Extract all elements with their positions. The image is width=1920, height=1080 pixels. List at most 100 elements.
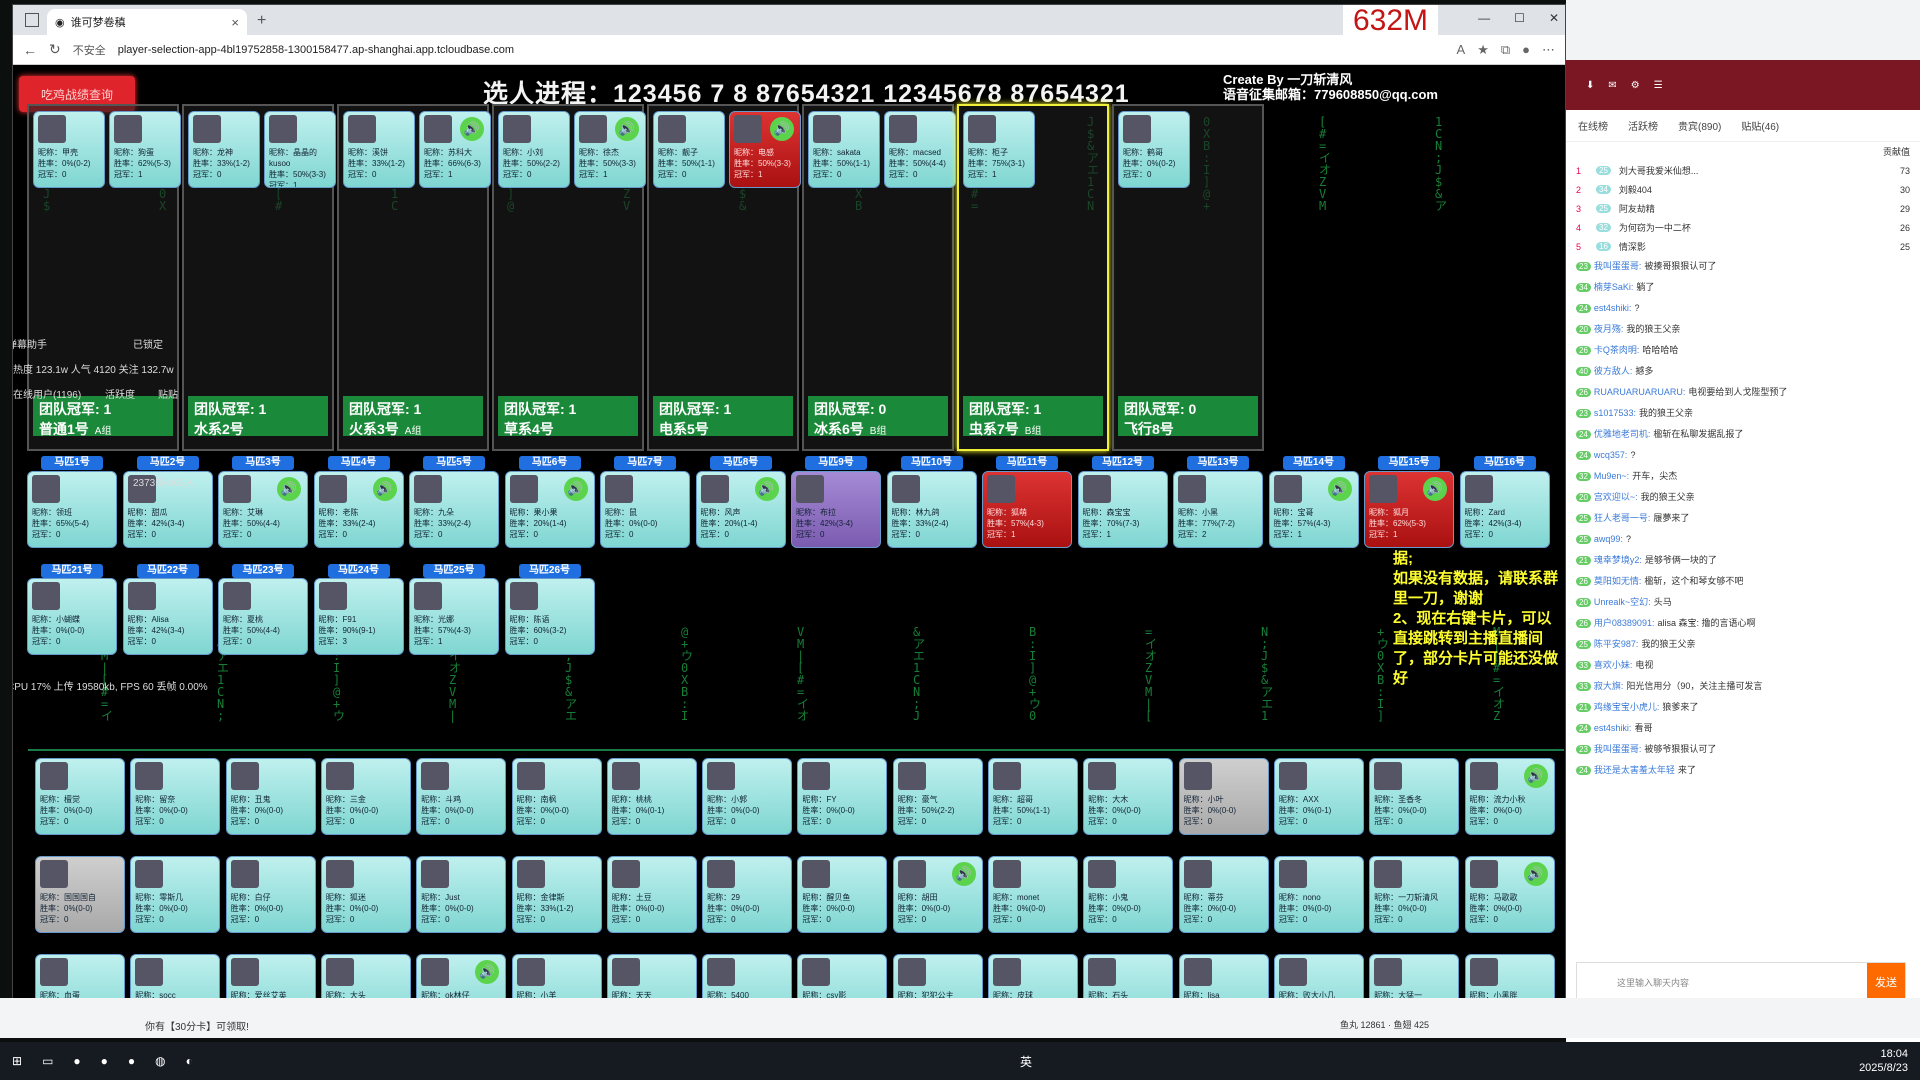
chat-message[interactable]: 26 卡Q茶肉明: 哈哈哈哈 (1566, 340, 1920, 361)
player-card[interactable]: 🔊 昵称：胡田 胜率：0%(0-0) 冠军：0 (892, 856, 983, 933)
url-field[interactable]: player-selection-app-4bl19752858-1300158… (118, 44, 1445, 56)
player-card[interactable]: 昵称：龙神 胜率：33%(1-2) 冠军：0 (188, 111, 260, 188)
chat-input[interactable]: 这里输入聊天内容 (1617, 976, 1689, 989)
player-card[interactable]: 昵称：nono 胜率：0%(0-0) 冠军：0 (1273, 856, 1364, 933)
chat-message[interactable]: 26 莫阳如无情: 楹斩，这个和琴女够不吧 (1566, 571, 1920, 592)
player-card[interactable]: 昵称：小鬼 胜率：0%(0-0) 冠军：0 (1083, 856, 1174, 933)
minimize-button[interactable]: — (1478, 11, 1490, 25)
player-card[interactable]: 昵称：一刀斩清风 胜率：0%(0-0) 冠军：0 (1369, 856, 1460, 933)
chat-user[interactable]: wcq357: (1594, 450, 1628, 460)
chat-user[interactable]: RUARUARUARUARU: (1594, 387, 1686, 397)
chat-user[interactable]: 狂人老哥一号: (1594, 513, 1651, 523)
player-card[interactable]: 昵称：晶晶的kusoo 胜率：50%(3-3) 冠军：1 (264, 111, 336, 188)
profile-icon[interactable]: ● (1522, 42, 1530, 57)
chat-message[interactable]: 24 我还是太害羞太年轻 来了 (1566, 760, 1920, 781)
player-card[interactable]: 昵称：大猛一 (1369, 954, 1460, 1002)
player-card[interactable]: 昵称：Just 胜率：0%(0-0) 冠军：0 (416, 856, 507, 933)
task-view-icon[interactable]: ▭ (42, 1054, 53, 1068)
chat-message[interactable]: 24 优雅地老司机: 楹斩在私聊发据乱报了 (1566, 424, 1920, 445)
player-card[interactable]: 昵称：大头 (320, 954, 411, 1002)
speaker-icon[interactable]: 🔊 (754, 477, 779, 501)
player-card[interactable]: 昵称：小羊 (511, 954, 602, 1002)
player-card[interactable]: 昵称：小刘 胜率：50%(2-2) 冠军：0 (498, 111, 570, 188)
player-card[interactable]: 昵称：三金 胜率：0%(0-0) 冠军：0 (320, 758, 411, 835)
player-card[interactable]: 昵称：森宝宝 胜率：70%(7-3) 冠军：1 (1077, 471, 1168, 548)
player-card[interactable]: 昵称：林九鸽 胜率：33%(2-4) 冠军：0 (886, 471, 977, 548)
player-card[interactable]: 昵称：小蝴蝶 胜率：0%(0-0) 冠军：0 (27, 578, 117, 655)
player-card[interactable]: 🔊 昵称：流力小秋 胜率：0%(0-0) 冠军：0 (1464, 758, 1555, 835)
speaker-icon[interactable]: 🔊 (460, 117, 484, 141)
player-card[interactable]: 昵称：小郭 胜率：0%(0-0) 冠军：0 (702, 758, 793, 835)
chat-user[interactable]: Unrealk~空幻: (1594, 597, 1651, 607)
chat-input-box[interactable]: 这里输入聊天内容 发送 (1576, 962, 1906, 1002)
start-icon[interactable]: ⊞ (12, 1054, 22, 1068)
chat-user[interactable]: 宫欢迎以~: (1594, 492, 1638, 502)
player-card[interactable]: 昵称：斗鸡 胜率：0%(0-0) 冠军：0 (416, 758, 507, 835)
player-card[interactable]: 昵称：金律斯 胜率：33%(1-2) 冠军：0 (511, 856, 602, 933)
rank-tab[interactable]: 贵宾(890) (1678, 118, 1721, 133)
player-card[interactable]: 昵称：socc (130, 954, 221, 1002)
maximize-button[interactable]: ☐ (1514, 11, 1525, 25)
speaker-icon[interactable]: 🔊 (1327, 477, 1352, 501)
download-icon[interactable]: ⬇ (1586, 80, 1594, 91)
clock[interactable]: 18:04 2025/8/23 (1859, 1047, 1908, 1075)
speaker-icon[interactable]: 🔊 (951, 862, 976, 886)
player-card[interactable]: 昵称：29 胜率：0%(0-0) 冠军：0 (702, 856, 793, 933)
player-card[interactable]: 昵称：5400 (702, 954, 793, 1002)
security-indicator[interactable]: 不安全 (73, 42, 106, 58)
player-card[interactable]: 昵称：狗蛋 胜率：62%(5-3) 冠军：1 (109, 111, 181, 188)
player-card[interactable]: 昵称：白仔 胜率：0%(0-0) 冠军：0 (225, 856, 316, 933)
chat-message[interactable]: 23 s1017533: 我的狼王父亲 (1566, 403, 1920, 424)
player-card[interactable]: 昵称：柜子 胜率：75%(3-1) 冠军：1 (963, 111, 1035, 188)
player-card[interactable]: 昵称：夏桃 胜率：50%(4-4) 冠军：0 (218, 578, 308, 655)
player-card[interactable]: 昵称：macsed 胜率：50%(4-4) 冠军：0 (884, 111, 956, 188)
chat-message[interactable]: 21 鸡缘宝宝小虎儿: 狼爹来了 (1566, 697, 1920, 718)
app-icon-1[interactable]: ● (73, 1054, 80, 1068)
chat-user[interactable]: 卡Q茶肉明: (1594, 345, 1640, 355)
player-card[interactable]: 昵称：丑鬼 胜率：0%(0-0) 冠军：0 (225, 758, 316, 835)
player-card[interactable]: 昵称：小黑 胜率：77%(7-2) 冠军：2 (1173, 471, 1263, 548)
player-card[interactable]: 昵称：蒂芬 胜率：0%(0-0) 冠军：0 (1178, 856, 1269, 933)
translate-icon[interactable]: A (1457, 42, 1466, 57)
chat-message[interactable]: 26 用户08389091: alisa 森宝: 撸的言语心啊 (1566, 613, 1920, 634)
player-card[interactable]: 🔊 昵称：狐月 胜率：62%(5-3) 冠军：1 (1364, 471, 1454, 548)
chat-message[interactable]: 33 喜欢小妹: 电视 (1566, 655, 1920, 676)
rank-tab[interactable]: 贴贴(46) (1741, 118, 1779, 133)
chrome-icon[interactable]: ◍ (155, 1054, 165, 1068)
chat-user[interactable]: est4shiki: (1594, 723, 1632, 733)
player-card[interactable]: 昵称：sakata 胜率：50%(1-1) 冠军：0 (808, 111, 880, 188)
creator-center-icon[interactable]: ⚙ (1631, 80, 1640, 91)
player-card[interactable]: 🔊 昵称：宝哥 胜率：57%(4-3) 冠军：1 (1268, 471, 1359, 548)
online-users-tab[interactable]: 在线用户(1196) (13, 386, 81, 401)
player-card[interactable]: 昵称：领班 胜率：65%(5-4) 冠军：0 (27, 471, 117, 548)
chat-message[interactable]: 20 宫欢迎以~: 我的狼王父亲 (1566, 487, 1920, 508)
rank-tab[interactable]: 活跃榜 (1628, 118, 1658, 133)
gift-tab[interactable]: 贴贴 (158, 386, 178, 401)
chat-user[interactable]: 夜月殇: (1594, 324, 1624, 334)
chat-message[interactable]: 25 陈平安987: 我的狼王父亲 (1566, 634, 1920, 655)
chat-user[interactable]: est4shiki: (1594, 303, 1632, 313)
chat-user[interactable]: 莫阳如无情: (1594, 576, 1642, 586)
player-card[interactable]: 昵称：小黑胖 (1464, 954, 1555, 1002)
chat-user[interactable]: 彼方敌人: (1594, 366, 1633, 376)
speaker-icon[interactable]: 🔊 (277, 477, 301, 501)
player-card[interactable]: 昵称：犯犯公主 (892, 954, 983, 1002)
player-card[interactable]: 昵称：南枫 胜率：0%(0-0) 冠军：0 (511, 758, 602, 835)
player-card[interactable]: 昵称：狐迷 胜率：0%(0-0) 冠军：0 (320, 856, 411, 933)
speaker-icon[interactable]: 🔊 (1423, 477, 1447, 501)
chat-message[interactable]: 20 夜月殇: 我的狼王父亲 (1566, 319, 1920, 340)
chat-user[interactable]: 我叫蛋蛋哥: (1594, 744, 1642, 754)
player-card[interactable]: 昵称：醒贝鱼 胜率：0%(0-0) 冠军：0 (797, 856, 888, 933)
speaker-icon[interactable]: 🔊 (372, 477, 397, 501)
player-card[interactable]: 昵称：檀觉 胜率：0%(0-0) 冠军：0 (35, 758, 125, 835)
tab-actions-icon[interactable] (25, 13, 39, 27)
player-card[interactable]: 昵称：甲壳 胜率：0%(0-2) 冠军：0 (33, 111, 105, 188)
chat-user[interactable]: Mu9en~: (1594, 471, 1629, 481)
chat-message[interactable]: 25 awq99:? (1566, 529, 1920, 550)
close-window-button[interactable]: ✕ (1549, 11, 1559, 25)
extensions-icon[interactable]: ⧉ (1501, 42, 1510, 58)
player-card[interactable]: 昵称：Zard 胜率：42%(3-4) 冠军：0 (1459, 471, 1550, 548)
chat-message[interactable]: 24 est4shiki:? (1566, 298, 1920, 319)
player-card[interactable]: 昵称：九朵 胜率：33%(2-4) 冠军：0 (409, 471, 499, 548)
player-card[interactable]: 🔊 昵称：苏科大 胜率：66%(6-3) 冠军：1 (419, 111, 491, 188)
